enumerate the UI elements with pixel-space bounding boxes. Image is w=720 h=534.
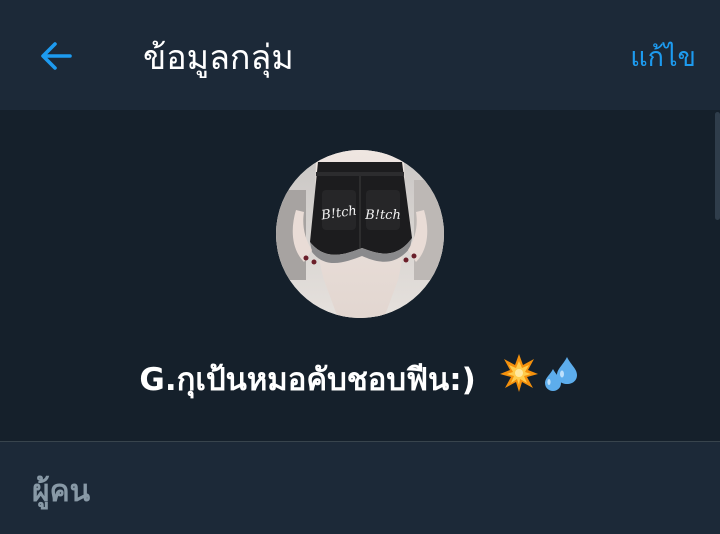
group-avatar[interactable]: B!tch B!tch [276, 150, 444, 318]
collision-emoji-icon [499, 353, 539, 411]
people-section-label: ผู้คน [32, 474, 91, 509]
scroll-indicator [715, 112, 720, 220]
people-section-header [0, 442, 720, 534]
group-avatar-image: B!tch B!tch [276, 150, 444, 318]
back-button[interactable] [34, 34, 78, 78]
group-info-screen: ข้อมูลกลุ่ม แก้ไข B!tch B!tch G.กุเป้นหม… [0, 0, 720, 534]
edit-button[interactable]: แก้ไข [630, 36, 696, 80]
page-title: ข้อมูลกลุ่ม [143, 38, 294, 78]
sweat-droplets-icon [541, 353, 581, 411]
arrow-left-icon [41, 42, 72, 70]
group-name-text: G.กุเป้นหมอคับชอบฟีน:) [139, 362, 476, 398]
top-app-bar: ข้อมูลกลุ่ม แก้ไข [0, 0, 720, 110]
svg-text:B!tch: B!tch [364, 208, 401, 223]
group-name: G.กุเป้นหมอคับชอบฟีน:) [0, 352, 720, 411]
